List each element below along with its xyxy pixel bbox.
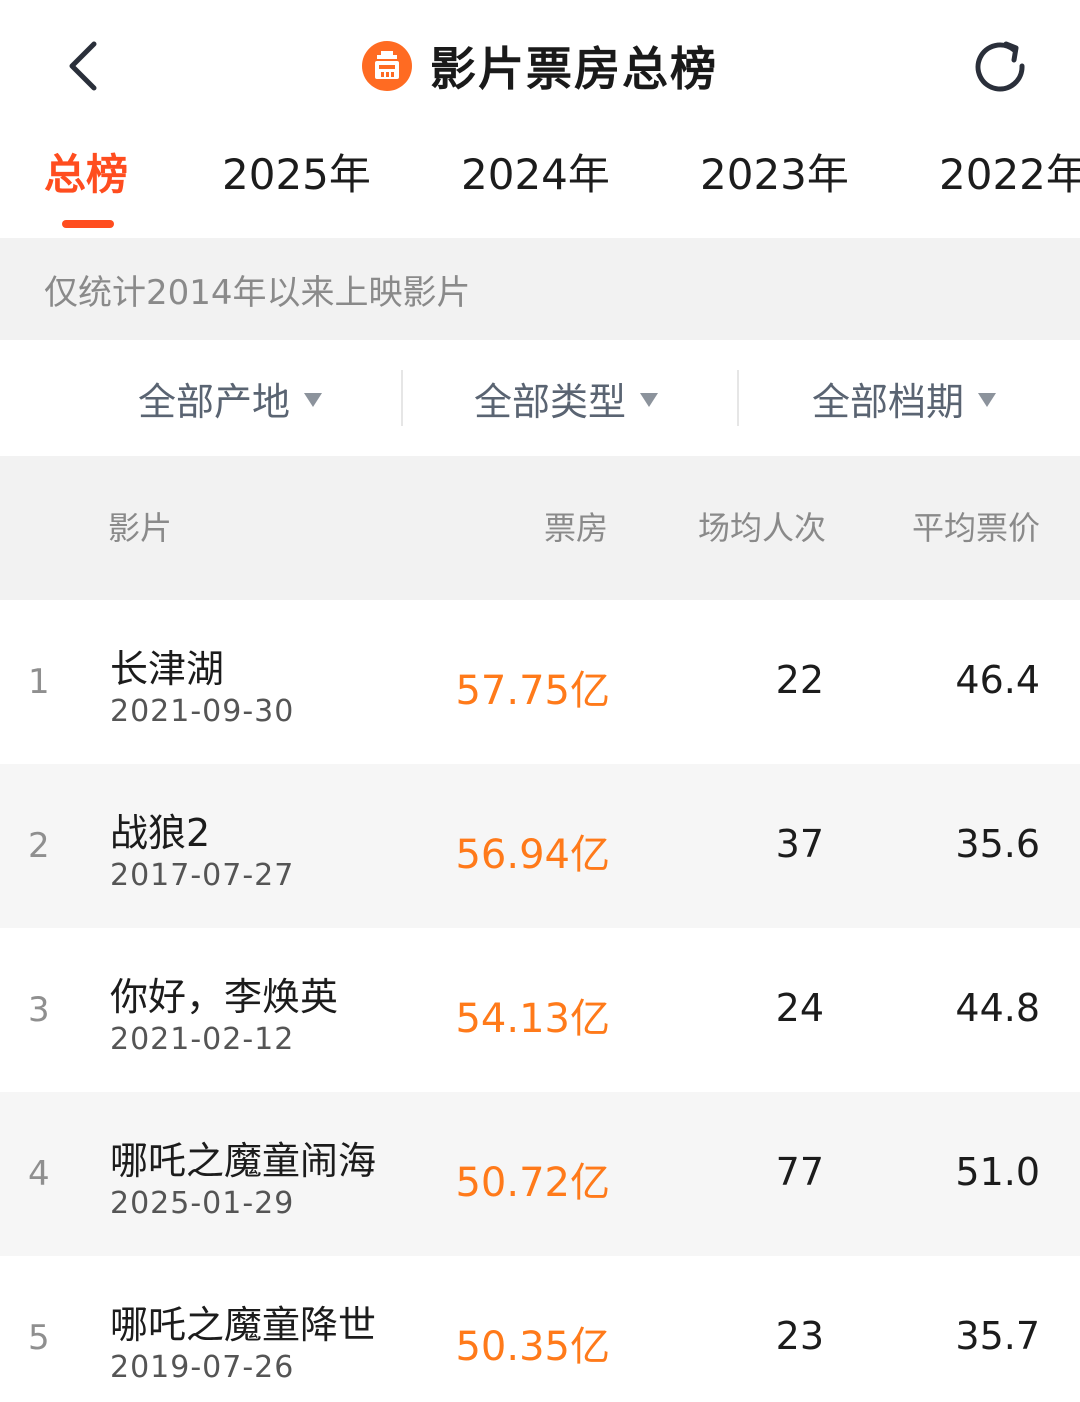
table-row[interactable]: 3 你好，李焕英 2021-02-12 54.13亿 24 44.8 [0,928,1080,1092]
caret-down-icon [978,393,997,407]
release-date: 2019-07-26 [110,1350,295,1385]
avg-price-value: 35.7 [955,1314,1040,1358]
filter-genre[interactable]: 全部类型 [474,340,659,456]
tab-2022[interactable]: 2022年 [939,140,1080,210]
box-office-value: 50.35亿 [455,1324,610,1370]
year-tabs: 总榜 2025年 2024年 2023年 2022年 [0,128,1080,238]
filter-season-label: 全部档期 [812,379,965,424]
rank-number: 3 [28,990,50,1030]
avg-price-value: 51.0 [955,1150,1040,1194]
filter-region[interactable]: 全部产地 [138,340,323,456]
release-date: 2021-09-30 [110,694,295,729]
table-row[interactable]: 5 哪吒之魔童降世 2019-07-26 50.35亿 23 35.7 [0,1256,1080,1402]
tab-2024[interactable]: 2024年 [461,140,610,210]
avg-price-value: 35.6 [955,822,1040,866]
avg-attendance-value: 24 [775,986,824,1030]
avg-price-value: 46.4 [955,658,1040,702]
box-office-value: 57.75亿 [455,668,610,714]
filter-divider [401,370,403,426]
film-title: 战狼2 [110,811,211,855]
release-date: 2021-02-12 [110,1022,295,1057]
avg-attendance-value: 77 [775,1150,824,1194]
release-date: 2025-01-29 [110,1186,295,1221]
film-title: 哪吒之魔童闹海 [110,1139,377,1183]
refresh-button[interactable] [966,30,1034,102]
box-office-logo-icon [362,41,412,91]
tab-2025[interactable]: 2025年 [222,140,371,210]
column-header-box-office: 票房 [543,509,608,547]
refresh-icon [975,41,1025,92]
avg-attendance-value: 22 [775,658,824,702]
filter-divider [737,370,739,426]
filter-genre-label: 全部类型 [474,379,627,424]
filter-season[interactable]: 全部档期 [812,340,997,456]
avg-attendance-value: 23 [775,1314,824,1358]
rank-number: 1 [28,662,50,702]
table-row[interactable]: 2 战狼2 2017-07-27 56.94亿 37 35.6 [0,764,1080,928]
film-title: 你好，李焕英 [110,975,339,1019]
filter-region-label: 全部产地 [138,379,291,424]
top-bar: 影片票房总榜 [0,0,1080,128]
column-header-avg-price: 平均票价 [911,509,1040,547]
rank-number: 4 [28,1154,50,1194]
release-date: 2017-07-27 [110,858,295,893]
column-header-film: 影片 [108,509,173,547]
table-header: 影片 票房 场均人次 平均票价 [0,456,1080,600]
page-title: 影片票房总榜 [430,42,718,96]
tab-overall[interactable]: 总榜 [44,140,128,210]
filter-bar: 全部产地 全部类型 全部档期 [0,340,1080,456]
tab-indicator [62,220,114,228]
caret-down-icon [304,393,323,407]
title-group: 影片票房总榜 [0,30,1080,102]
tab-2023[interactable]: 2023年 [700,140,849,210]
box-office-value: 50.72亿 [455,1160,610,1206]
caret-down-icon [640,393,659,407]
table-row[interactable]: 1 长津湖 2021-09-30 57.75亿 22 46.4 [0,600,1080,764]
column-header-avg-attendance: 场均人次 [697,509,826,547]
film-title: 哪吒之魔童降世 [110,1303,377,1347]
table-row[interactable]: 4 哪吒之魔童闹海 2025-01-29 50.72亿 77 51.0 [0,1092,1080,1256]
box-office-value: 56.94亿 [455,832,610,878]
rank-number: 5 [28,1318,50,1358]
box-office-value: 54.13亿 [455,996,610,1042]
notice-banner: 仅统计2014年以来上映影片 [0,238,1080,340]
avg-attendance-value: 37 [775,822,824,866]
rank-number: 2 [28,826,50,866]
film-title: 长津湖 [110,647,225,691]
avg-price-value: 44.8 [955,986,1040,1030]
